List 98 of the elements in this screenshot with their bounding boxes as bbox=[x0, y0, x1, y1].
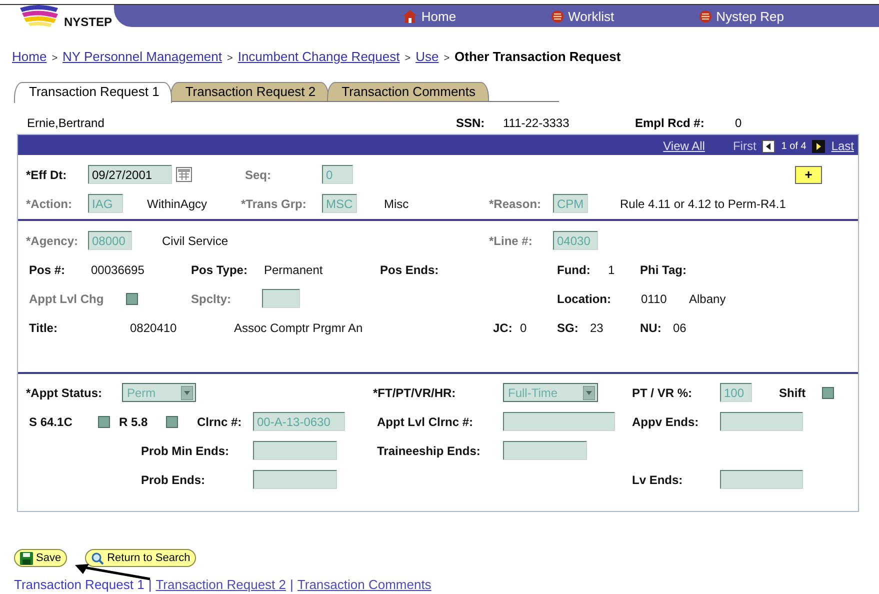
breadcrumb-link[interactable]: Home bbox=[12, 49, 47, 64]
field-label: *Reason: bbox=[489, 196, 542, 210]
checkbox[interactable] bbox=[822, 386, 834, 398]
field-label: Spclty: bbox=[191, 292, 232, 306]
tab[interactable]: Transaction Comments bbox=[326, 82, 489, 101]
field-label: Shift bbox=[779, 386, 806, 400]
return-to-search-button[interactable]: Return to Search bbox=[85, 549, 196, 567]
first-label: First bbox=[732, 139, 756, 153]
field-label: PT / VR %: bbox=[632, 386, 692, 400]
field-label: *Action: bbox=[26, 196, 72, 210]
search-icon bbox=[91, 552, 104, 564]
field-label: Appt Lvl Clrnc #: bbox=[377, 414, 474, 428]
field-value: Albany bbox=[689, 292, 726, 306]
page-link[interactable]: Transaction Comments bbox=[297, 577, 432, 592]
field-value: 1 bbox=[608, 262, 615, 276]
field-label: Location: bbox=[557, 292, 611, 306]
field-label: Fund: bbox=[557, 262, 590, 276]
field-label: Lv Ends: bbox=[632, 472, 683, 486]
field-value: Civil Service bbox=[162, 234, 228, 248]
input-field[interactable] bbox=[262, 289, 300, 308]
input-field[interactable] bbox=[720, 470, 803, 489]
link-separator: | bbox=[148, 577, 152, 592]
app-logo: NYSTEP bbox=[64, 15, 112, 29]
page-link[interactable]: Transaction Request 1 bbox=[14, 577, 144, 592]
field-value: Misc bbox=[384, 196, 409, 210]
breadcrumb-link[interactable]: Incumbent Change Request bbox=[238, 49, 400, 64]
field-label: *FT/PT/VR/HR: bbox=[373, 386, 456, 400]
house-icon bbox=[403, 10, 418, 22]
field-label: *Line #: bbox=[489, 234, 532, 248]
dropdown-arrow-icon bbox=[181, 386, 193, 400]
dropdown-arrow-icon bbox=[583, 386, 595, 400]
tab[interactable]: Transaction Request 2 bbox=[170, 82, 329, 101]
field-label: SG: bbox=[557, 320, 578, 334]
field-label: *Trans Grp: bbox=[241, 196, 306, 210]
field-label: NU: bbox=[640, 320, 662, 334]
field-value: WithinAgcy bbox=[147, 196, 208, 210]
next-icon[interactable] bbox=[812, 140, 826, 152]
field-value: 23 bbox=[590, 320, 604, 334]
field-value: Assoc Comptr Prgmr An bbox=[234, 320, 363, 334]
input-field[interactable] bbox=[503, 412, 615, 431]
save-button[interactable]: Save bbox=[14, 549, 68, 567]
checkbox[interactable] bbox=[98, 416, 110, 428]
input-field[interactable]: 09/27/2001 bbox=[88, 165, 172, 184]
previous-icon[interactable] bbox=[762, 140, 776, 152]
empl-rcd-value: 0 bbox=[735, 116, 742, 130]
field-label: Pos Ends: bbox=[380, 262, 439, 276]
last-link[interactable]: Last bbox=[831, 139, 854, 153]
field-value: 0 bbox=[520, 320, 527, 334]
field-label: S 64.1C bbox=[29, 414, 72, 428]
field-value: Permanent bbox=[264, 262, 323, 276]
calendar-icon[interactable] bbox=[176, 167, 192, 182]
field-label: Traineeship Ends: bbox=[377, 444, 480, 458]
field-value: 0110 bbox=[641, 292, 667, 306]
field-label: Prob Min Ends: bbox=[141, 444, 229, 458]
field-value: 00036695 bbox=[91, 262, 144, 276]
input-field[interactable] bbox=[253, 470, 337, 489]
field-value: Rule 4.11 or 4.12 to Perm-R4.1 bbox=[620, 196, 786, 210]
nav-link[interactable]: Nystep Rep bbox=[699, 8, 784, 24]
field-label: *Appt Status: bbox=[26, 386, 102, 400]
field-label: Phi Tag: bbox=[640, 262, 686, 276]
breadcrumb-separator: > bbox=[227, 53, 233, 64]
field-label: Title: bbox=[29, 320, 58, 334]
field-label: R 5.8 bbox=[119, 414, 148, 428]
field-label: Appt Lvl Chg bbox=[29, 292, 104, 306]
field-value: 06 bbox=[673, 320, 686, 334]
ssn-value: 111-22-3333 bbox=[503, 116, 570, 130]
ssn-label: SSN: bbox=[456, 116, 486, 130]
field-value: 0820410 bbox=[130, 320, 177, 334]
employee-name: Ernie,Bertrand bbox=[27, 116, 106, 130]
breadcrumb-separator: > bbox=[404, 53, 411, 64]
breadcrumb-link[interactable]: Use bbox=[416, 49, 439, 64]
field-label: Clrnc #: bbox=[197, 414, 242, 428]
breadcrumb-separator: > bbox=[444, 53, 450, 64]
field-label: Seq: bbox=[245, 168, 272, 182]
tab[interactable]: Transaction Request 1 bbox=[14, 82, 172, 103]
nav-link[interactable]: Worklist bbox=[551, 8, 614, 24]
field-label: Pos Type: bbox=[191, 262, 248, 276]
field-label: *Eff Dt: bbox=[26, 168, 67, 182]
field-label: *Agency: bbox=[26, 234, 78, 248]
input-field[interactable] bbox=[503, 441, 587, 460]
page-title: Other Transaction Request bbox=[454, 49, 621, 64]
breadcrumb-separator: > bbox=[52, 53, 58, 64]
page-link[interactable]: Transaction Request 2 bbox=[156, 577, 286, 592]
field-label: Prob Ends: bbox=[141, 472, 206, 486]
record-position: 1 of 4 bbox=[781, 140, 806, 152]
field-label: Pos #: bbox=[29, 262, 66, 276]
view-all-link[interactable]: View All bbox=[663, 139, 705, 153]
checkbox[interactable] bbox=[166, 416, 178, 428]
link-separator: | bbox=[290, 577, 294, 592]
input-field[interactable] bbox=[253, 441, 337, 460]
breadcrumb-link[interactable]: NY Personnel Management bbox=[62, 49, 222, 64]
checkbox[interactable] bbox=[126, 292, 138, 304]
field-label: Appv Ends: bbox=[632, 414, 699, 428]
add-row-button[interactable]: + bbox=[795, 166, 822, 184]
empl-rcd-label: Empl Rcd #: bbox=[635, 116, 706, 130]
nav-link[interactable]: Home bbox=[403, 8, 456, 24]
input-field[interactable] bbox=[720, 412, 803, 431]
field-label: JC: bbox=[493, 320, 512, 334]
